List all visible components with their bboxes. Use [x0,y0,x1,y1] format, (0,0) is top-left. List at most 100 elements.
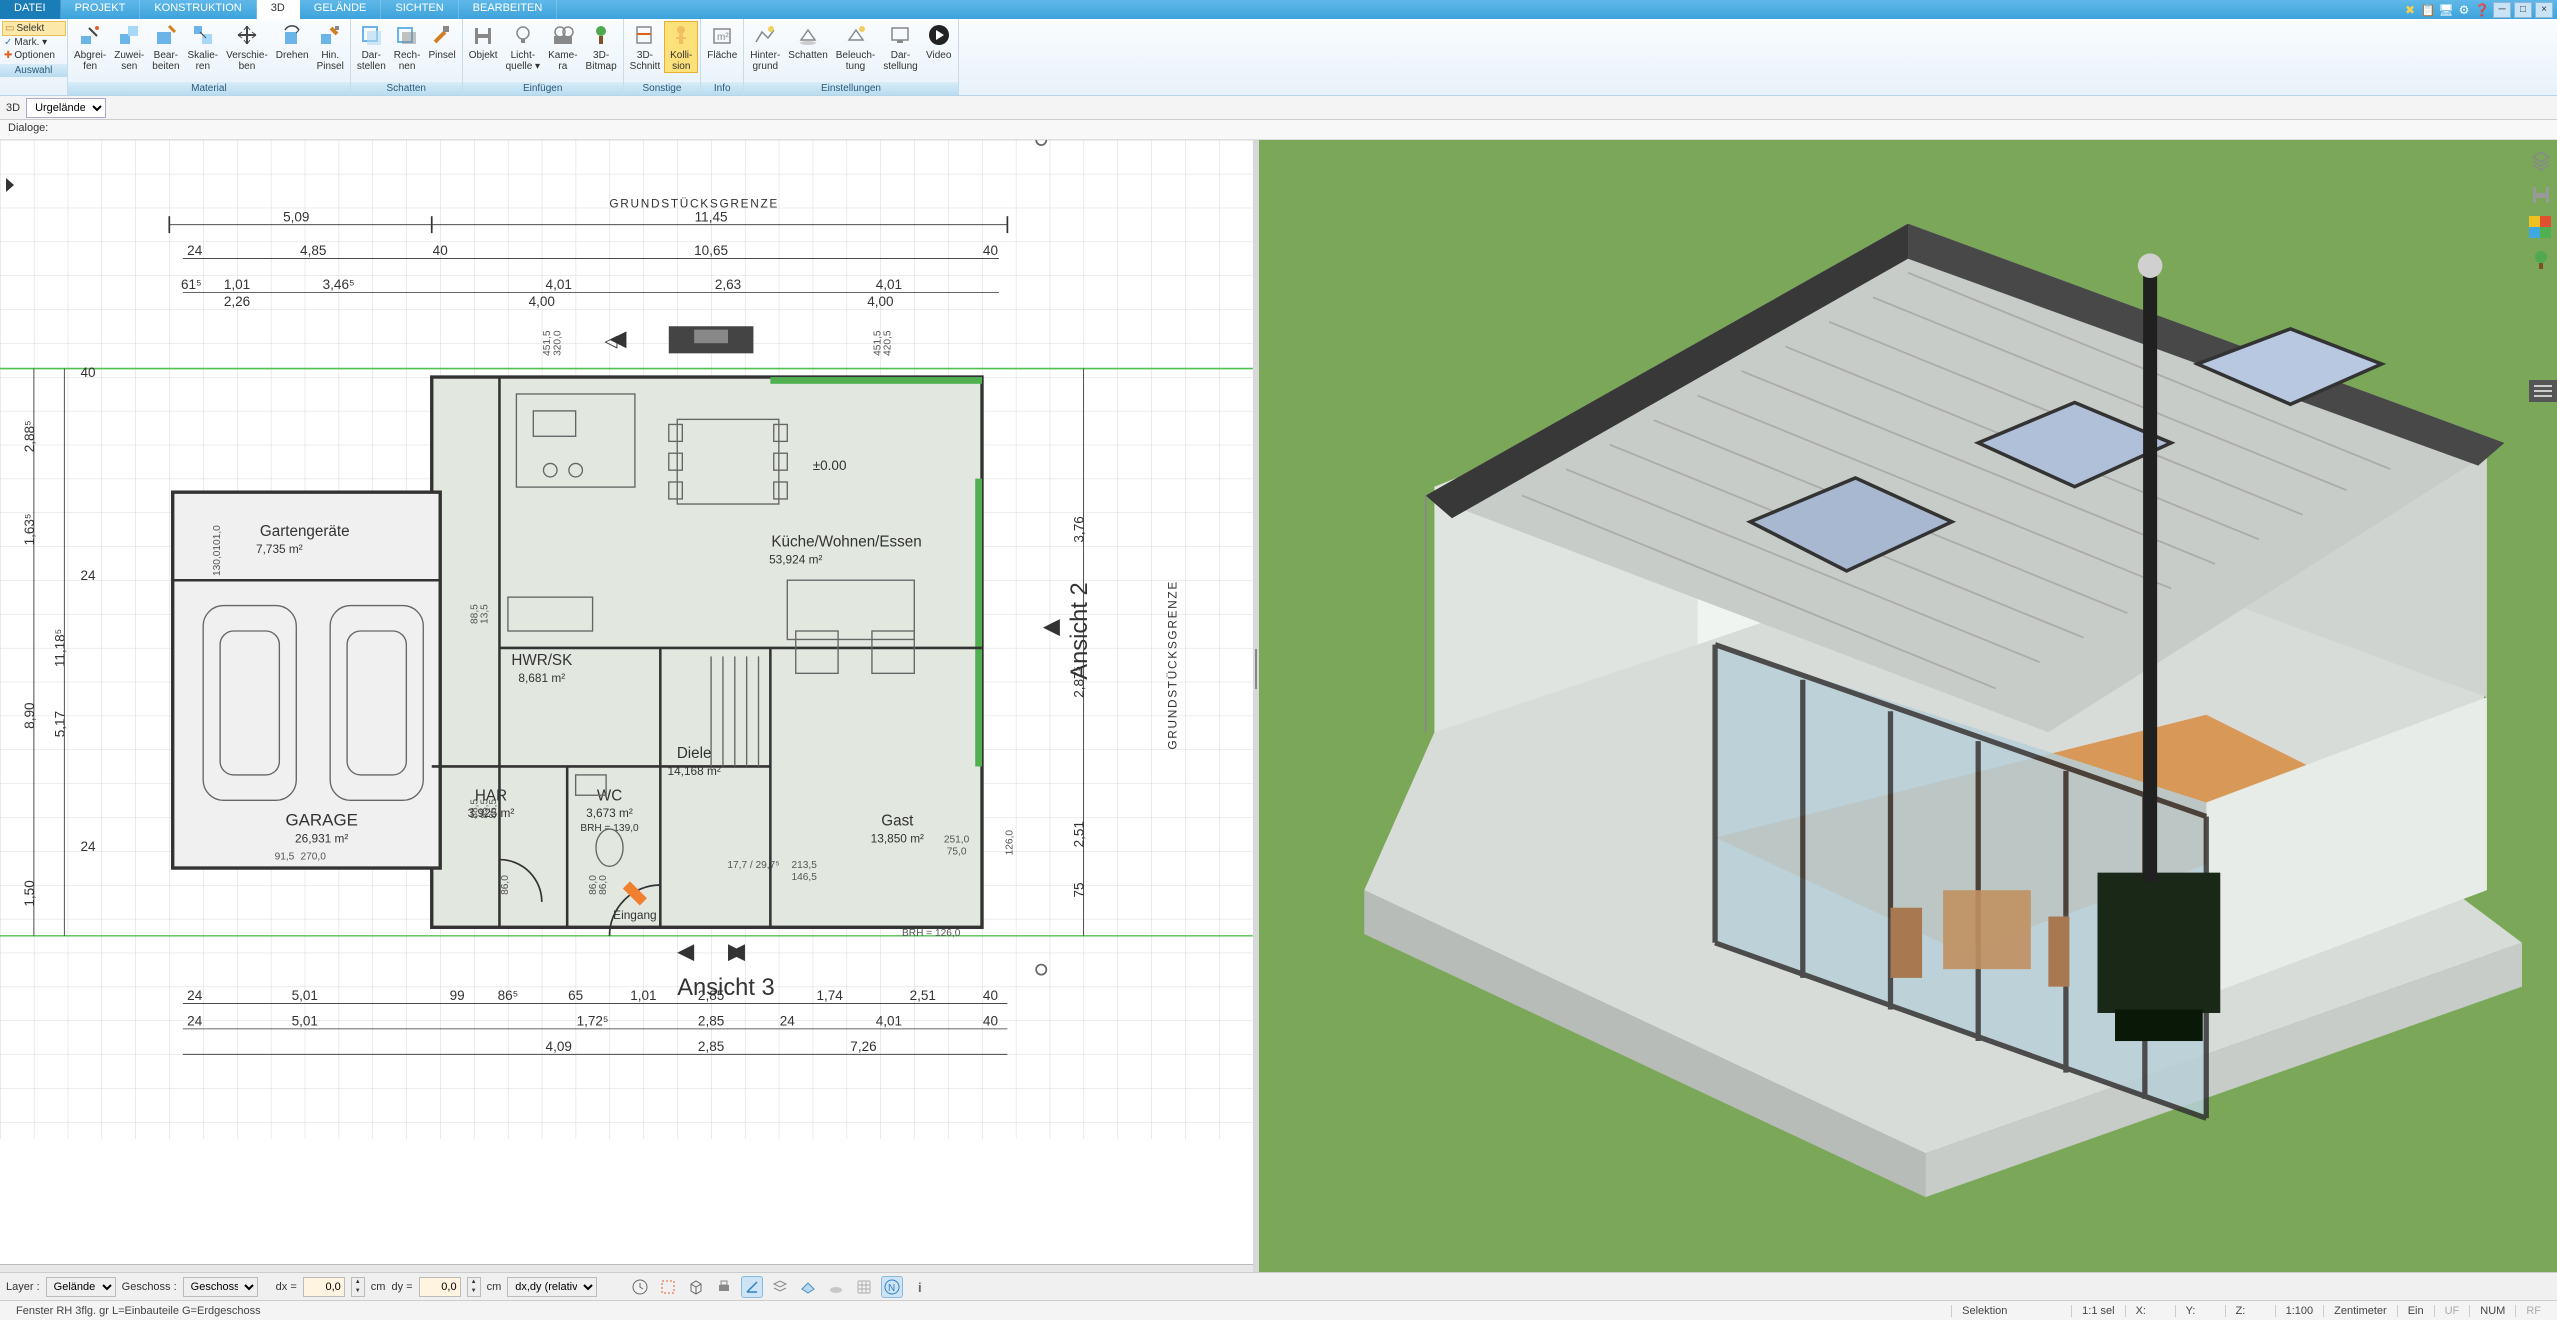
tab-sichten[interactable]: SICHTEN [381,0,458,19]
svg-text:40: 40 [81,365,96,380]
tab-projekt[interactable]: PROJEKT [61,0,141,19]
select-button[interactable]: ▭Selekt [2,21,66,36]
settings-icon[interactable]: ⚙ [2456,2,2472,18]
print-icon[interactable] [713,1276,735,1298]
einst-beleuchtung[interactable]: Beleuch- tung [832,21,879,73]
svg-text:N: N [888,1283,895,1294]
svg-text:75,0: 75,0 [947,846,967,857]
svg-text:5,17: 5,17 [52,711,67,737]
svg-text:1,63⁵: 1,63⁵ [22,513,37,545]
dy-input[interactable] [419,1277,461,1297]
plane-icon[interactable] [797,1276,819,1298]
layer-select[interactable]: Urgelände [26,98,106,118]
einfuegen-bitmap[interactable]: 3D- Bitmap [582,21,621,73]
einst-hintergrund[interactable]: Hinter- grund [746,21,784,73]
svg-text:420,5: 420,5 [883,330,894,356]
context-bar: 3D Urgelände [0,96,2557,120]
tool-icon[interactable]: ✖ [2402,2,2418,18]
select-rect-icon[interactable] [657,1276,679,1298]
svg-text:5,01: 5,01 [292,1013,318,1028]
einfuegen-lichtquelle[interactable]: Licht- quelle ▾ [502,21,545,73]
north-icon[interactable]: N [881,1276,903,1298]
clipboard-icon[interactable]: 📋 [2420,2,2436,18]
geschoss-combo[interactable]: Geschoss 5 [183,1277,258,1297]
dy-spinner[interactable]: ▲▼ [467,1277,481,1297]
h-scrollbar[interactable] [0,1264,1253,1272]
close-button[interactable]: × [2535,2,2553,18]
svg-text:270,0: 270,0 [301,852,327,863]
svg-text:3,76: 3,76 [1072,516,1087,542]
material-drehen[interactable]: Drehen [272,21,313,62]
svg-text:Eingang: Eingang [613,908,656,922]
furniture-icon[interactable] [2529,182,2553,206]
tab-konstruktion[interactable]: KONSTRUKTION [140,0,256,19]
schatten-darstellen[interactable]: Dar- stellen [353,21,390,73]
cube-icon[interactable] [685,1276,707,1298]
svg-text:m²: m² [717,32,729,43]
maximize-button[interactable]: □ [2514,2,2532,18]
status-ein: Ein [2397,1305,2434,1317]
svg-text:3,46⁵: 3,46⁵ [323,277,355,292]
svg-text:14,168 m²: 14,168 m² [668,764,721,778]
svg-text:1,01: 1,01 [224,277,250,292]
einst-schatten[interactable]: Schatten [784,21,831,62]
einst-darstellung[interactable]: Dar- stellung [879,21,921,73]
grid-icon[interactable] [853,1276,875,1298]
svg-text:24: 24 [187,243,203,258]
dx-input[interactable] [303,1277,345,1297]
tab-gelaende[interactable]: GELÄNDE [300,0,382,19]
info-flaeche[interactable]: m²Fläche [703,21,741,62]
svg-text:86,0: 86,0 [598,875,609,895]
schatten-pinsel[interactable]: Pinsel [424,21,459,62]
svg-text:213,5: 213,5 [792,860,818,871]
material-hinpinsel[interactable]: Hin. Pinsel [313,21,348,73]
workspace: GRUNDSTÜCKSGRENZE 5,0911,45 244,854010,6… [0,140,2557,1272]
cm-2: cm [487,1281,502,1293]
expand-sidebar-icon[interactable] [2529,380,2557,402]
angle-icon[interactable] [741,1276,763,1298]
svg-text:4,01: 4,01 [876,1013,902,1028]
3d-view-panel[interactable] [1259,140,2557,1272]
floorplan-panel[interactable]: GRUNDSTÜCKSGRENZE 5,0911,45 244,854010,6… [0,140,1253,1272]
svg-text:40: 40 [983,243,998,258]
material-zuweisen[interactable]: Zuwei- sen [110,21,148,73]
layers-icon[interactable] [2529,148,2553,172]
right-toolbar [2529,148,2553,272]
svg-text:HAR: HAR [475,787,507,804]
einfuegen-kamera[interactable]: Kame- ra [544,21,581,73]
svg-text:4,09: 4,09 [546,1039,572,1054]
svg-text:4,85: 4,85 [300,243,326,258]
tab-datei[interactable]: DATEI [0,0,61,19]
options-button[interactable]: ✚Optionen [2,49,66,62]
einst-video[interactable]: Video [922,21,956,62]
schatten-rechnen[interactable]: Rech- nen [390,21,425,73]
material-verschieben[interactable]: Verschie- ben [222,21,272,73]
rel-combo[interactable]: dx,dy (relativ ka [507,1277,597,1297]
help-icon[interactable]: ❓ [2474,2,2490,18]
sonstige-schnitt[interactable]: 3D- Schnitt [626,21,665,73]
svg-text:GARAGE: GARAGE [285,811,357,830]
geschoss-label: Geschoss : [122,1281,177,1293]
base-icon[interactable] [825,1276,847,1298]
sonstige-kollision[interactable]: Kolli- sion [664,21,698,73]
minimize-button[interactable]: ─ [2493,2,2511,18]
monitor-icon[interactable]: 🖥 [2438,2,2454,18]
tab-bearbeiten[interactable]: BEARBEITEN [459,0,558,19]
status-uf: UF [2434,1305,2470,1317]
layer-combo[interactable]: Geländer [46,1277,116,1297]
layers-stack-icon[interactable] [769,1276,791,1298]
floorplan-drawing[interactable]: GRUNDSTÜCKSGRENZE 5,0911,45 244,854010,6… [0,140,1253,1139]
material-abgreifen[interactable]: Abgrei- fen [70,21,110,73]
color-swatch-icon[interactable] [2529,216,2551,238]
material-bearbeiten[interactable]: Bear- beiten [148,21,183,73]
mark-button[interactable]: ✓Mark. ▾ [2,36,66,49]
material-skalieren[interactable]: Skalie- ren [184,21,223,73]
tab-3d[interactable]: 3D [257,0,300,19]
einfuegen-objekt[interactable]: Objekt [465,21,502,62]
group-einfuegen: Einfügen [463,82,623,95]
dx-spinner[interactable]: ▲▼ [351,1277,365,1297]
info-i-icon[interactable]: i [909,1276,931,1298]
tree-icon[interactable] [2529,248,2553,272]
svg-text:4,01: 4,01 [546,277,572,292]
clock-icon[interactable] [629,1276,651,1298]
